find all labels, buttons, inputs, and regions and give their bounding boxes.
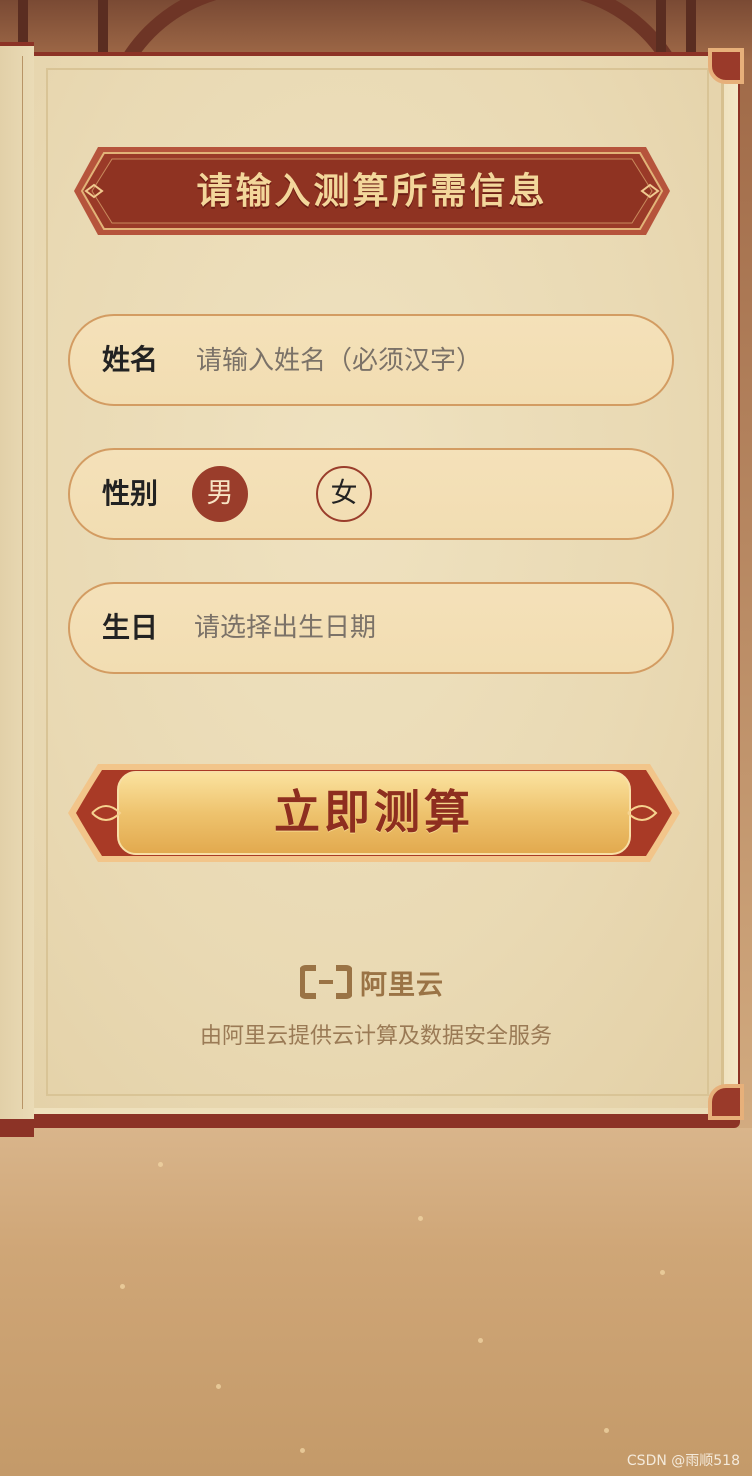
left-page-edge [0,42,34,1137]
form-title: 请输入测算所需信息 [196,170,548,212]
background-floor [0,1128,752,1476]
corner-ornament [708,1084,744,1120]
aliyun-brand-name: 阿里云 [360,969,444,1001]
watermark: CSDN @雨顺518 [626,1453,740,1469]
birthday-label: 生日 [102,611,159,644]
background-post [656,0,666,60]
background-post [98,0,108,60]
aliyun-brand: 阿里云 [299,962,444,1002]
name-label: 姓名 [102,343,159,376]
submit-button[interactable]: 立即测算 [68,760,680,866]
background-post [686,0,696,60]
aliyun-logo-icon [299,965,353,999]
title-banner: 请输入测算所需信息 [74,145,670,237]
name-input[interactable] [194,336,638,386]
name-field-row: 姓名 [68,314,674,406]
gender-label: 性别 [102,477,159,510]
provider-text: 由阿里云提供云计算及数据安全服务 [199,1024,552,1049]
corner-ornament [708,48,744,84]
gender-option-male[interactable]: 男 [192,466,248,522]
gender-field-row: 性别 男 女 [68,448,674,540]
birthday-field-row[interactable]: 生日 请选择出生日期 [68,582,674,674]
gender-option-female[interactable]: 女 [316,466,372,522]
birthday-picker[interactable]: 请选择出生日期 [194,584,376,672]
submit-label: 立即测算 [274,785,474,839]
